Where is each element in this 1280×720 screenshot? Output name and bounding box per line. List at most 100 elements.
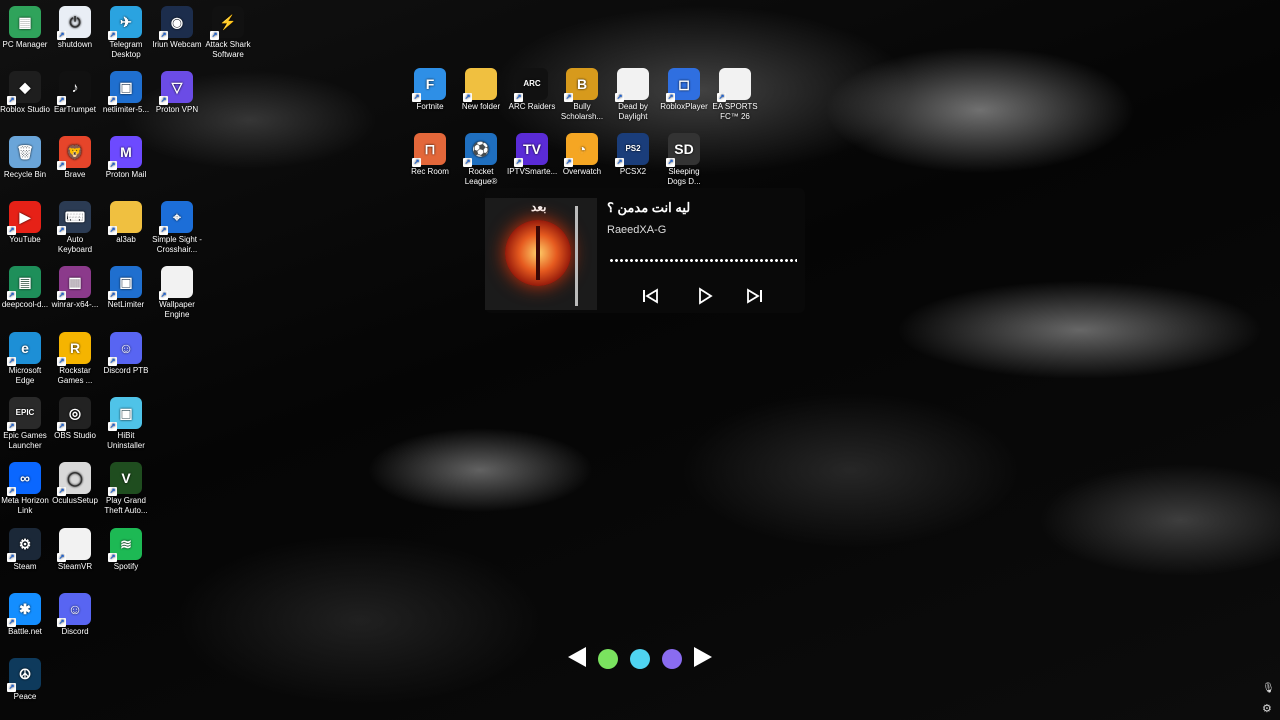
shortcut-arrow-icon: ↗ bbox=[108, 357, 117, 366]
desktop-icon-hibit[interactable]: ▣ ↗ HiBit Uninstaller bbox=[101, 397, 151, 451]
spotify-icon: ≋ ↗ bbox=[108, 528, 142, 562]
desktop-icon-label: Dead by Daylight bbox=[618, 102, 648, 121]
desktop-icon-epic-games[interactable]: EPIC ↗ Epic Games Launcher bbox=[0, 397, 50, 451]
desktop-icon-label: Proton Mail bbox=[105, 170, 147, 179]
desktop-icon-overwatch[interactable]: ◔ ↗ Overwatch bbox=[557, 133, 607, 177]
desktop-icon-winrar[interactable]: ▥ ↗ winrar-x64-... bbox=[50, 266, 100, 310]
previous-button[interactable] bbox=[640, 286, 660, 306]
desktop-icon-gta[interactable]: V ↗ Play Grand Theft Auto... bbox=[101, 462, 151, 516]
desktop-icon-ea-fc[interactable]: ↗ EA SPORTS FC™ 26 bbox=[710, 68, 760, 122]
shortcut-arrow-icon: ↗ bbox=[7, 618, 16, 627]
desktop-icon-obs[interactable]: ◎ ↗ OBS Studio bbox=[50, 397, 100, 441]
desktop-icon-label: Recycle Bin bbox=[3, 170, 47, 179]
shortcut-arrow-icon: ↗ bbox=[57, 161, 66, 170]
desktop-icon-proton-vpn[interactable]: ▽ ↗ Proton VPN bbox=[152, 71, 202, 115]
desktop-icon-pc-manager[interactable]: ▦ PC Manager bbox=[0, 6, 50, 50]
discord-icon: ☺ ↗ bbox=[57, 593, 91, 627]
desktop-icon-crosshair[interactable]: ⌖ ↗ Simple Sight - Crosshair... bbox=[152, 201, 202, 255]
desktop-icon-netlimiter[interactable]: ▣ ↗ netlimiter-5... bbox=[101, 71, 151, 115]
gta-icon: V ↗ bbox=[108, 462, 142, 496]
carousel-prev-arrow-icon[interactable] bbox=[568, 647, 586, 667]
carousel-dot-1[interactable] bbox=[598, 649, 618, 669]
desktop-icon-label: SteamVR bbox=[57, 562, 93, 571]
desktop-icon-steam[interactable]: ⚙ ↗ Steam bbox=[0, 528, 50, 572]
desktop-icon-youtube[interactable]: ▶ ↗ YouTube bbox=[0, 201, 50, 245]
desktop-icon-label: HiBit Uninstaller bbox=[107, 431, 145, 450]
desktop-icon-edge[interactable]: e ↗ Microsoft Edge bbox=[0, 332, 50, 386]
settings-gear-icon[interactable]: ⚙ bbox=[1262, 702, 1272, 715]
desktop-icon-label: Proton VPN bbox=[155, 105, 199, 114]
shortcut-arrow-icon: ↗ bbox=[666, 93, 675, 102]
carousel-dot-3[interactable] bbox=[662, 649, 682, 669]
telegram-icon: ✈ ↗ bbox=[108, 6, 142, 40]
carousel-dot-2[interactable] bbox=[630, 649, 650, 669]
wallpaper-engine-icon: ↗ bbox=[159, 266, 193, 300]
shortcut-arrow-icon: ↗ bbox=[108, 553, 117, 562]
desktop-icon-discord[interactable]: ☺ ↗ Discord bbox=[50, 593, 100, 637]
desktop-icon-battlenet[interactable]: ✱ ↗ Battle.net bbox=[0, 593, 50, 637]
desktop-icon-rockstar[interactable]: R ↗ Rockstar Games ... bbox=[50, 332, 100, 386]
desktop-icon-shutdown[interactable]: ⏻ ↗ shutdown bbox=[50, 6, 100, 50]
desktop-icon-deepcool[interactable]: ▤ ↗ deepcool-d... bbox=[0, 266, 50, 310]
desktop-icon-discord-ptb[interactable]: ☺ ↗ Discord PTB bbox=[101, 332, 151, 376]
desktop-icon-bully[interactable]: B ↗ Bully Scholarsh... bbox=[557, 68, 607, 122]
shortcut-arrow-icon: ↗ bbox=[7, 357, 16, 366]
peace-icon: ☮ ↗ bbox=[7, 658, 41, 692]
desktop-icon-folder[interactable]: ↗ al3ab bbox=[101, 201, 151, 245]
desktop-icon-label: RobloxPlayer bbox=[660, 102, 708, 111]
desktop-icon-label: shutdown bbox=[57, 40, 93, 49]
desktop-icon-webcam[interactable]: ◉ ↗ Iriun Webcam bbox=[152, 6, 202, 50]
desktop-icon-new-folder[interactable]: ↗ New folder bbox=[456, 68, 506, 112]
next-button[interactable] bbox=[745, 286, 765, 306]
desktop-icon-auto-keyboard[interactable]: ⌨ ↗ Auto Keyboard bbox=[50, 201, 100, 255]
desktop-icon-label: Brave bbox=[64, 170, 86, 179]
desktop-icon-oculus[interactable]: ◯ ↗ OculusSetup bbox=[50, 462, 100, 506]
desktop-icon-roblox-studio[interactable]: ◆ ↗ Roblox Studio bbox=[0, 71, 50, 115]
desktop-icon-label: EarTrumpet bbox=[54, 105, 96, 114]
netlimiter-icon: ▣ ↗ bbox=[108, 71, 142, 105]
steam-icon: ⚙ ↗ bbox=[7, 528, 41, 562]
play-button[interactable] bbox=[695, 286, 715, 306]
auto-keyboard-icon: ⌨ ↗ bbox=[57, 201, 91, 235]
desktop-icon-dbd[interactable]: ↗ Dead by Daylight bbox=[608, 68, 658, 122]
desktop-icon-telegram[interactable]: ✈ ↗ Telegram Desktop bbox=[101, 6, 151, 60]
desktop-icon-iptv[interactable]: TV ↗ IPTVSmarte... bbox=[507, 133, 557, 177]
desktop-icon-recycle-bin[interactable]: 🗑 Recycle Bin bbox=[0, 136, 50, 180]
play-icon bbox=[699, 287, 713, 305]
desktop-icon-fortnite[interactable]: F ↗ Fortnite bbox=[405, 68, 455, 112]
microphone-icon[interactable]: 🎙 bbox=[1262, 683, 1275, 694]
desktop-icon-label: Overwatch bbox=[562, 167, 602, 176]
desktop-icon-eartrumpet[interactable]: ♪ ↗ EarTrumpet bbox=[50, 71, 100, 115]
desktop-icon-label: Iriun Webcam bbox=[152, 40, 202, 49]
previous-icon bbox=[643, 288, 658, 304]
desktop-icon-label: IPTVSmarte... bbox=[507, 167, 557, 176]
desktop-icon-sleeping-dogs[interactable]: SD ↗ Sleeping Dogs D... bbox=[659, 133, 709, 187]
desktop-icon-label: Fortnite bbox=[416, 102, 444, 111]
desktop-icon-roblox-player[interactable]: ◻ ↗ RobloxPlayer bbox=[659, 68, 709, 112]
desktop-icon-steamvr[interactable]: ↗ SteamVR bbox=[50, 528, 100, 572]
next-icon bbox=[747, 288, 762, 304]
carousel-next-arrow-icon[interactable] bbox=[694, 647, 712, 667]
desktop-icon-rocket-league[interactable]: ⚽ ↗ Rocket League® bbox=[456, 133, 506, 187]
desktop-icon-wallpaper-engine[interactable]: ↗ Wallpaper Engine bbox=[152, 266, 202, 320]
desktop-icon-meta[interactable]: ∞ ↗ Meta Horizon Link bbox=[0, 462, 50, 516]
desktop-icon-spotify[interactable]: ≋ ↗ Spotify bbox=[101, 528, 151, 572]
edge-icon: e ↗ bbox=[7, 332, 41, 366]
desktop-icon-arc-raiders[interactable]: ARC ↗ ARC Raiders bbox=[507, 68, 557, 112]
desktop-icon-label: Peace bbox=[13, 692, 37, 701]
desktop-icon-rec-room[interactable]: ⊓ ↗ Rec Room bbox=[405, 133, 455, 177]
desktop-icon-netlimiter-app[interactable]: ▣ ↗ NetLimiter bbox=[101, 266, 151, 310]
desktop-icon-proton-mail[interactable]: M ↗ Proton Mail bbox=[101, 136, 151, 180]
crosshair-icon: ⌖ ↗ bbox=[159, 201, 193, 235]
desktop-icon-peace[interactable]: ☮ ↗ Peace bbox=[0, 658, 50, 702]
rockstar-icon: R ↗ bbox=[57, 332, 91, 366]
overwatch-icon: ◔ ↗ bbox=[564, 133, 598, 167]
desktop-icon-label: Sleeping Dogs D... bbox=[667, 167, 701, 186]
shortcut-arrow-icon: ↗ bbox=[108, 226, 117, 235]
shortcut-arrow-icon: ↗ bbox=[514, 93, 523, 102]
progress-bar[interactable] bbox=[609, 259, 797, 262]
desktop-icon-attack-shark[interactable]: ⚡ ↗ Attack Shark Software bbox=[203, 6, 253, 60]
desktop-icon-pcsx2[interactable]: PS2 ↗ PCSX2 bbox=[608, 133, 658, 177]
desktop-icon-brave[interactable]: 🦁 ↗ Brave bbox=[50, 136, 100, 180]
desktop-icon-label: netlimiter-5... bbox=[102, 105, 150, 114]
